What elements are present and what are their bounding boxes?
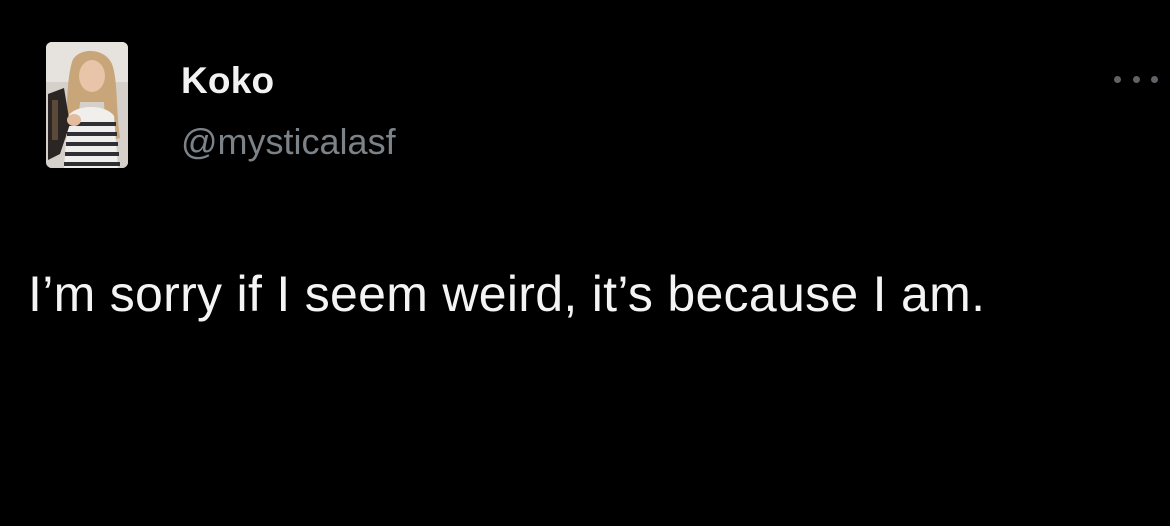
- ellipsis-icon: [1132, 75, 1140, 83]
- author-handle[interactable]: @mysticalasf: [181, 121, 396, 163]
- profile-photo-icon: [46, 42, 128, 168]
- more-options-button[interactable]: [1110, 64, 1162, 94]
- author-name[interactable]: Koko: [181, 60, 274, 102]
- avatar[interactable]: [46, 42, 128, 168]
- ellipsis-icon: [1151, 75, 1158, 83]
- ellipsis-icon: [1114, 75, 1121, 83]
- tweet-card: Koko @mysticalasf I’m sorry if I seem we…: [0, 0, 1170, 526]
- tweet-text: I’m sorry if I seem weird, it’s because …: [28, 266, 986, 322]
